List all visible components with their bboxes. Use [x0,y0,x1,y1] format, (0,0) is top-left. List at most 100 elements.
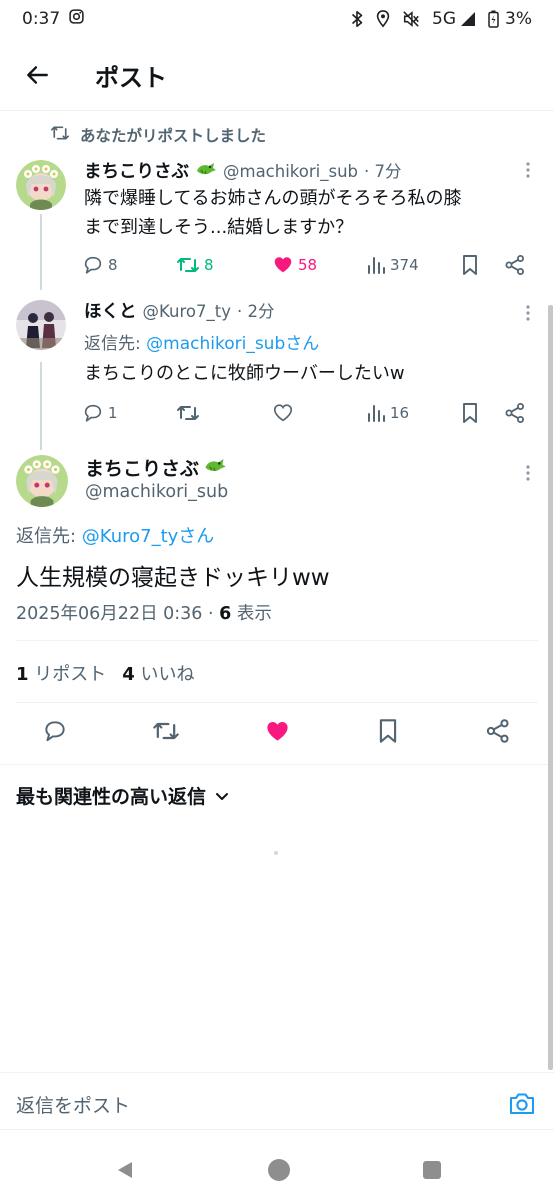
repost-stat-count: 1 [16,664,29,685]
post-meta: 2025年06月22日 0:36 · 6 表示 [16,600,272,625]
nav-home-button[interactable] [268,1159,290,1181]
more-options-icon[interactable] [518,463,538,483]
like-button[interactable] [272,398,298,428]
more-options-icon[interactable] [518,303,538,323]
repost-count: 8 [204,256,214,274]
tweet-text-line: まで到達しそう...結婚しますか？ [84,217,354,238]
engagement-stats: 1 リポスト 4 いいね [16,660,195,686]
author-handle[interactable]: @machikori_sub [223,162,358,181]
dragon-emoji-icon [203,457,227,479]
divider [16,702,538,703]
more-options-icon[interactable] [518,160,538,180]
nav-back-button[interactable] [115,1160,135,1184]
repost-banner-text: あなたがリポストしました [80,127,267,145]
header-divider [0,110,554,111]
like-stat-label: いいね [134,664,195,685]
share-icon [505,403,524,423]
camera-button[interactable] [508,1091,536,1117]
avatar[interactable] [16,455,68,507]
author-handle[interactable]: @Kuro7_ty [143,302,231,321]
arrow-left-icon [27,66,48,84]
reply-button[interactable]: 8 [82,250,118,280]
status-bar: 0:37 5G 3% [0,0,554,38]
page-title: ポスト [95,64,167,92]
views-button[interactable]: 16 [366,398,409,428]
instagram-icon [68,8,85,30]
divider [0,764,554,765]
author-name[interactable]: まちこりさぶ [84,158,189,183]
tweet-header: まちこりさぶ @machikori_sub · 7分 [84,158,402,183]
location-icon [376,10,390,28]
avatar[interactable] [16,160,66,210]
reply-sort-label: 最も関連性の高い返信 [16,786,207,808]
like-button[interactable]: 58 [272,250,317,280]
author-name-row: まちこりさぶ [85,454,227,481]
tweet-actions: 8 8 58 374 [80,250,530,280]
chevron-down-icon [216,792,229,800]
repost-icon [177,258,199,272]
tweet-text-line: 隣で爆睡してるお姉さんの頭がそろそろ私の膝 [84,188,462,209]
thread-line [40,214,42,290]
bookmark-icon [463,255,477,275]
heart-icon [266,721,288,740]
reply-icon [45,721,65,742]
like-stat[interactable]: 4 いいね [122,660,194,686]
author-name[interactable]: まちこりさぶ [85,454,199,481]
views-button[interactable]: 374 [366,250,419,280]
share-icon [486,719,509,743]
reply-to-line: 返信先: @machikori_subさん [84,329,319,354]
share-icon [505,255,524,275]
dragon-emoji-icon [195,161,217,182]
bookmark-button[interactable] [461,250,479,280]
repost-icon [177,406,199,420]
nav-recents-button[interactable] [423,1161,441,1179]
repost-icon [50,124,70,146]
share-button[interactable] [504,250,526,280]
repost-banner[interactable]: あなたがリポストしました [50,124,266,146]
reply-to-prefix: 返信先: [16,526,82,547]
reply-composer[interactable]: 返信をポスト [0,1072,554,1130]
system-navigation-bar [0,1140,554,1200]
thread-line [40,362,42,450]
share-button[interactable] [504,398,526,428]
repost-icon [153,722,179,740]
reply-sort-dropdown[interactable]: 最も関連性の高い返信 [16,782,230,809]
top-app-bar: ポスト [0,44,554,106]
views-count: 374 [390,256,419,274]
repost-button[interactable]: 8 [176,250,214,280]
tweet-text: まちこりのとこに牧師ウーバーしたいw [84,363,405,384]
tweet-actions: 1 16 [80,398,530,428]
battery-level: 3% [505,9,532,29]
author-name[interactable]: ほくと [84,298,137,323]
back-button[interactable] [22,60,52,90]
reply-to-prefix: 返信先: [84,334,147,354]
repost-stat[interactable]: 1 リポスト [16,660,106,686]
like-button[interactable] [260,714,294,748]
bookmark-icon [379,719,397,743]
post-time: · 2分 [236,302,275,321]
reply-button[interactable]: 1 [82,398,118,428]
repost-stat-label: リポスト [28,664,107,685]
author-handle[interactable]: @machikori_sub [85,482,228,502]
post-time: · 7分 [364,162,402,181]
reply-input[interactable]: 返信をポスト [16,1091,130,1118]
share-button[interactable] [481,714,515,748]
bookmark-button[interactable] [461,398,479,428]
reply-to-link[interactable]: @Kuro7_tyさん [82,526,215,547]
network-type: 5G [432,9,457,29]
heart-outline-icon [273,404,293,422]
bookmark-button[interactable] [371,714,405,748]
status-time: 0:37 [22,9,61,29]
repost-button[interactable] [149,714,183,748]
divider [16,640,538,641]
avatar[interactable] [16,300,66,350]
reply-to-link[interactable]: @machikori_subさん [146,334,319,354]
battery-icon [488,10,499,28]
views-icon [368,257,385,274]
bluetooth-icon [350,10,364,28]
reply-button[interactable] [38,714,72,748]
scrollbar[interactable] [548,305,553,1070]
post-datetime: 2025年06月22日 0:36 · [16,604,220,624]
repost-button[interactable] [176,398,204,428]
reply-icon [84,404,102,422]
